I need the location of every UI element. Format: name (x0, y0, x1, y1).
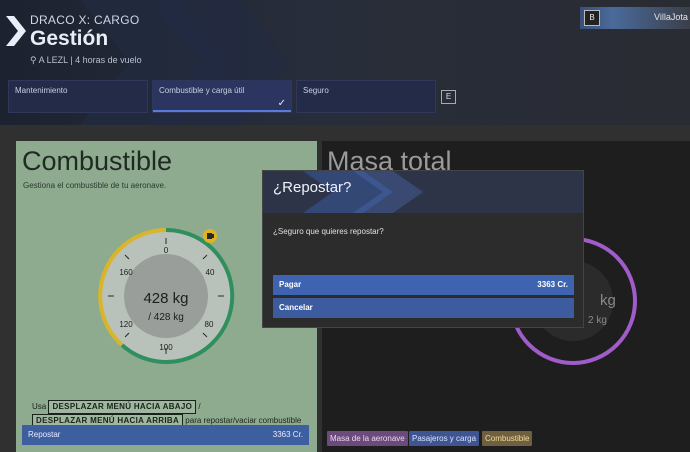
instruction-separator: / (198, 402, 201, 411)
refuel-cost: 3363 Cr. (272, 430, 303, 439)
legend-passengers-cargo: Pasajeros y carga (409, 431, 480, 446)
aircraft-name: DRACO X: CARGO (30, 13, 140, 27)
fuel-pump-icon (203, 229, 217, 243)
pay-cost: 3363 Cr. (537, 280, 568, 289)
refuel-dialog: ¿Repostar? ¿Seguro que quieres repostar?… (262, 170, 584, 328)
gauge-tick-label: 120 (119, 320, 133, 329)
page-title: Gestión (30, 27, 109, 50)
fuel-description: Gestiona el combustible de tu aeronave. (23, 181, 167, 190)
gauge-tick-label: 40 (206, 268, 215, 277)
tab-label: Mantenimiento (15, 86, 68, 95)
scroll-down-key: DESPLAZAR MENÚ HACIA ABAJO (48, 400, 197, 414)
location-text: A LEZL | 4 horas de vuelo (38, 55, 142, 65)
legend-fuel: Combustible (482, 431, 533, 446)
location-info: ⚲ A LEZL | 4 horas de vuelo (30, 55, 142, 66)
tab-selected-indicator (153, 110, 291, 112)
check-icon: ✓ (277, 98, 286, 109)
mass-value-partial: kg (600, 292, 616, 309)
tab-label: Seguro (303, 86, 329, 95)
fuel-gauge: 0 40 80 100 120 160 428 kg / 428 kg (98, 227, 235, 364)
refuel-label: Repostar (28, 430, 61, 439)
refuel-button[interactable]: Repostar 3363 Cr. (22, 425, 309, 445)
tab-label: Combustible y carga útil (159, 86, 245, 95)
dialog-title: ¿Repostar? (273, 179, 352, 196)
cancel-button[interactable]: Cancelar (273, 298, 574, 318)
gauge-capacity: / 428 kg (148, 312, 184, 323)
mass-value-partial2: 2 kg (588, 315, 607, 326)
fuel-instructions: Usa DESPLAZAR MENÚ HACIA ABAJO / DESPLAZ… (32, 400, 301, 428)
user-key-hint: B (584, 10, 600, 26)
tab-maintenance[interactable]: Mantenimiento (8, 80, 148, 113)
legend-aircraft-mass: Masa de la aeronave (327, 431, 408, 446)
gauge-current-value: 428 kg (143, 290, 188, 307)
gauge-tick-label: 0 (164, 246, 169, 255)
gauge-tick-label: 100 (159, 343, 173, 352)
tabs-key-hint: E (441, 90, 456, 104)
instruction-prefix: Usa (32, 402, 47, 411)
cancel-label: Cancelar (279, 303, 313, 312)
user-name[interactable]: VillaJota (654, 12, 688, 22)
fuel-title: Combustible (22, 146, 173, 176)
app-logo-icon (6, 16, 26, 46)
instruction-suffix: para repostar/vaciar combustible (185, 416, 302, 425)
gauge-tick-label: 80 (205, 320, 214, 329)
gauge-tick-label: 160 (119, 268, 133, 277)
dialog-question: ¿Seguro que quieres repostar? (273, 227, 384, 236)
pay-label: Pagar (279, 280, 302, 289)
tab-fuel-payload[interactable]: Combustible y carga útil ✓ (152, 80, 292, 113)
location-pin-icon: ⚲ (30, 55, 37, 65)
pay-button[interactable]: Pagar 3363 Cr. (273, 275, 574, 295)
dialog-header: ¿Repostar? (263, 171, 583, 213)
tab-insurance[interactable]: Seguro (296, 80, 436, 113)
